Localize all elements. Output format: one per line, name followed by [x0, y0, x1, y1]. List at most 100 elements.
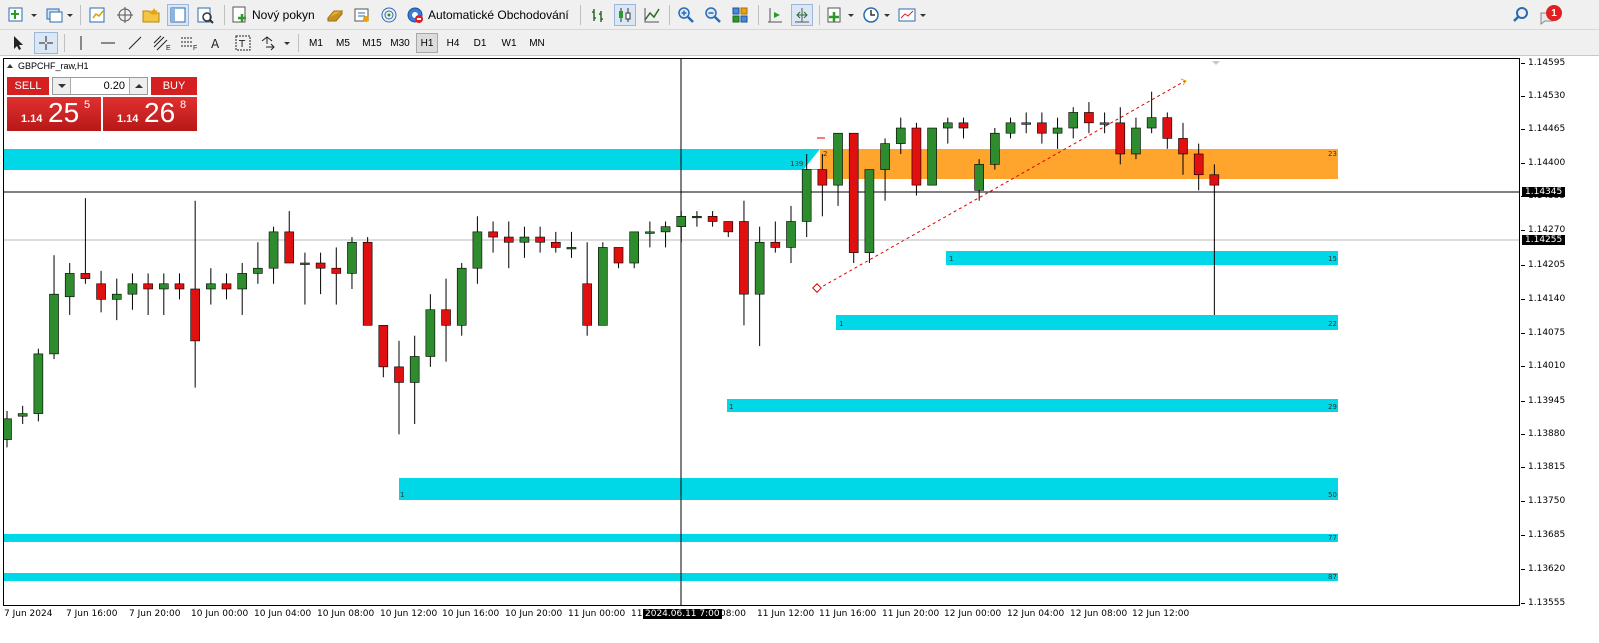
volume-increase-button[interactable]	[129, 78, 147, 94]
svg-text:E: E	[166, 45, 171, 51]
candle-bull	[425, 309, 436, 357]
volume-value[interactable]: 0.20	[71, 80, 129, 92]
fibonacci-button[interactable]: F	[178, 32, 200, 54]
navigator-button[interactable]	[140, 4, 162, 26]
new-order-button[interactable]: Nový pokyn	[231, 4, 319, 26]
vps-button[interactable]	[378, 4, 400, 26]
candles-group	[4, 91, 1220, 448]
x-tick-label: 12 Jun 04:00	[1007, 609, 1065, 619]
zoom-out-button[interactable]	[702, 4, 724, 26]
zone-top-left	[4, 149, 820, 170]
arrow-down-icon	[57, 84, 66, 88]
metaeditor-button[interactable]	[351, 4, 373, 26]
templates-button[interactable]	[897, 4, 929, 26]
timeframe-d1[interactable]: D1	[469, 33, 491, 53]
buy-price-button[interactable]: 1.14 26 8	[103, 97, 197, 131]
candle-bull	[833, 132, 843, 186]
arrows-button[interactable]	[259, 32, 293, 54]
timeframe-m30[interactable]: M30	[387, 33, 413, 53]
candle-bear	[1084, 112, 1094, 124]
zone-top-left-label: 139	[790, 160, 803, 168]
tile-windows-icon	[732, 7, 748, 23]
zone-b	[836, 315, 1338, 330]
candle-bull	[64, 273, 75, 298]
timeframe-m5[interactable]: M5	[331, 33, 355, 53]
vertical-line-button[interactable]	[70, 32, 92, 54]
timeframe-m1[interactable]: M1	[305, 33, 327, 53]
indicators-button[interactable]	[825, 4, 857, 26]
gold-bar-icon	[326, 10, 344, 22]
candlestick-chart-button[interactable]	[614, 4, 636, 26]
timeframe-m15[interactable]: M15	[359, 33, 385, 53]
bar-chart-button[interactable]	[587, 4, 609, 26]
folder-star-icon	[142, 8, 160, 23]
y-tick-label: 1.14010	[1528, 361, 1566, 371]
trendline-button[interactable]	[124, 32, 146, 54]
profiles-button[interactable]	[44, 4, 76, 26]
horizontal-line-button[interactable]	[97, 32, 119, 54]
candle-bull	[1068, 112, 1079, 129]
one-click-trading-panel: SELL 0.20 BUY 1.14 25 5 1.14 26 8	[7, 77, 197, 131]
zoom-in-button[interactable]	[675, 4, 697, 26]
timeframe-h1[interactable]: H1	[416, 33, 438, 53]
y-tick-label: 1.13750	[1528, 496, 1566, 506]
cursor-tool-button[interactable]	[8, 32, 30, 54]
notifications-button[interactable]: 1	[1538, 3, 1564, 25]
candle-bear	[488, 231, 498, 238]
price-chart[interactable]: 139 2 23 1 15 1 22 1 29 1 50 77 87 GBPCH…	[3, 58, 1520, 606]
search-button[interactable]	[1510, 4, 1532, 26]
text-tool-button[interactable]: A	[205, 32, 227, 54]
strategy-tester-button[interactable]	[194, 4, 216, 26]
y-tick-label: 1.14400	[1528, 158, 1566, 168]
editor-icon	[354, 8, 369, 22]
zone-c	[727, 399, 1338, 412]
trend-anchor-handle[interactable]	[812, 283, 822, 293]
sell-button[interactable]: SELL	[7, 77, 49, 95]
text-label-button[interactable]: T	[232, 32, 254, 54]
text-icon: A	[211, 37, 220, 51]
timeframe-w1[interactable]: W1	[497, 33, 521, 53]
buy-price-sup: 8	[180, 99, 187, 111]
volume-decrease-button[interactable]	[53, 78, 71, 94]
price-axis[interactable]: 1.14595 1.14530 1.14465 1.14400 1.14335 …	[1521, 58, 1599, 608]
equidistant-channel-button[interactable]: E	[151, 32, 173, 54]
timeframe-mn[interactable]: MN	[524, 33, 550, 53]
candle-bull	[927, 127, 937, 186]
zoom-out-icon	[705, 7, 721, 23]
candle-bear	[817, 169, 828, 186]
algo-trading-button[interactable]: Automatické Obchodování	[406, 4, 574, 26]
new-chart-button[interactable]	[6, 4, 40, 26]
candle-bear	[362, 241, 373, 326]
candle-bull	[864, 169, 875, 253]
candle-bull	[754, 241, 765, 295]
market-watch-icon	[89, 7, 105, 23]
chart-shift-button[interactable]	[791, 4, 813, 26]
periods-button[interactable]	[861, 4, 893, 26]
terminal-button[interactable]	[167, 4, 189, 26]
market-watch-button[interactable]	[86, 4, 108, 26]
sell-price-button[interactable]: 1.14 25 5	[7, 97, 101, 131]
y-tick-label: 1.14205	[1528, 260, 1566, 270]
time-axis[interactable]: 7 Jun 2024 7 Jun 16:00 7 Jun 20:00 10 Ju…	[0, 606, 1599, 643]
zone-c-left-label: 1	[729, 403, 733, 411]
line-chart-button[interactable]	[641, 4, 663, 26]
x-tick-label: 11	[631, 609, 643, 619]
candle-bull	[268, 231, 279, 269]
buy-button[interactable]: BUY	[151, 77, 197, 95]
data-window-button[interactable]	[114, 4, 136, 26]
x-tick-label: 11 Jun 20:00	[882, 609, 940, 619]
zone-f	[4, 573, 1338, 581]
candle-bear	[394, 366, 404, 383]
candle-bull	[942, 122, 953, 129]
indicators-icon	[827, 7, 854, 23]
tile-windows-button[interactable]	[729, 4, 751, 26]
autoscroll-button[interactable]	[764, 4, 786, 26]
crosshair-tool-button[interactable]	[34, 32, 58, 54]
candle-bear	[143, 283, 153, 290]
timeframe-h4[interactable]: H4	[442, 33, 464, 53]
volume-field[interactable]: 0.20	[52, 77, 148, 95]
signals-button[interactable]	[324, 4, 346, 26]
candle-bull	[566, 247, 577, 250]
zone-a	[946, 251, 1338, 265]
channel-icon: E	[153, 35, 171, 51]
